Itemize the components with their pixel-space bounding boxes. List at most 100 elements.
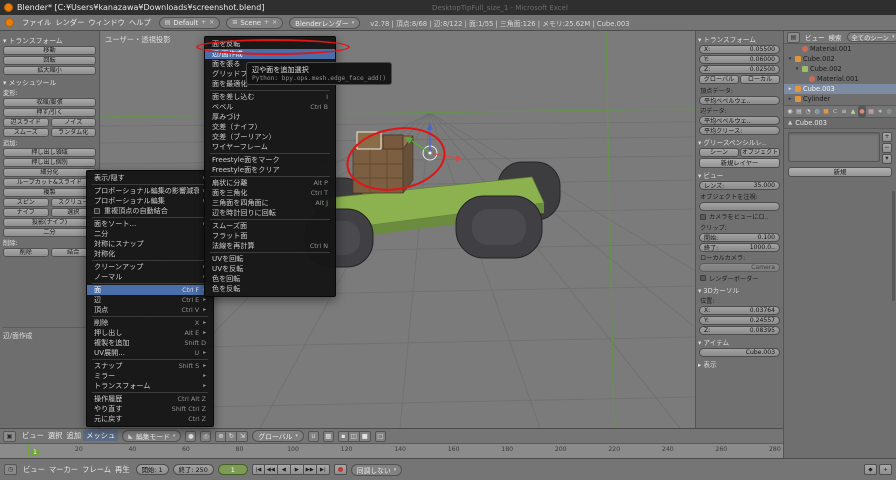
view3d-menu-item[interactable]: メッシュ (83, 430, 118, 441)
tab-physics-icon[interactable]: ◎ (885, 106, 893, 117)
mesh-menu-item[interactable]: 削除X▸ (87, 318, 213, 328)
panel-header[interactable]: ▾ アイテム (698, 337, 781, 347)
play-reverse-button[interactable]: ◀ (278, 464, 291, 475)
tool-button[interactable]: 辺スライド (3, 118, 49, 127)
number-field[interactable]: Z:0.02500 (699, 65, 780, 74)
material-slot-list[interactable] (788, 132, 880, 162)
timeline-menu-item[interactable]: マーカー (47, 465, 80, 474)
new-material-button[interactable]: 新規 (788, 167, 892, 177)
av-sync-dropdown[interactable]: 同調しない ▾ (351, 464, 403, 476)
jump-start-button[interactable]: |◀ (252, 464, 265, 475)
mesh-menu-item[interactable]: 面をソート...▸ (87, 219, 213, 229)
outliner-menu-item[interactable]: 検索 (827, 34, 844, 42)
face-menu-item[interactable]: 三角面を四角面にAlt J (205, 198, 335, 208)
outliner-display-dropdown[interactable]: 全てのシーン ▾ (847, 32, 896, 42)
face-select-icon[interactable]: ■ (360, 431, 371, 442)
face-menu-item[interactable]: 面を反転 (205, 39, 335, 49)
number-field[interactable]: 平均クリース: (699, 126, 780, 135)
blender-menu-icon[interactable] (5, 18, 14, 27)
render-engine-dropdown[interactable]: Blenderレンダー ▾ (289, 17, 360, 29)
number-field[interactable]: X:0.05500 (699, 45, 780, 54)
frame-end-field[interactable]: 終了: 250 (173, 464, 214, 475)
tool-shelf-section-header[interactable]: ▾ メッシュツール (3, 77, 96, 87)
screen-layout-dropdown[interactable]: ▤ Default + × (159, 17, 221, 29)
play-button[interactable]: ▶ (291, 464, 304, 475)
tool-button[interactable]: 押す/引く (3, 108, 96, 117)
expand-arrow-icon[interactable]: ▸ (787, 96, 793, 102)
tool-button[interactable]: 削除 (3, 248, 49, 257)
face-menu-item[interactable]: 法線を再計算Ctrl N (205, 241, 335, 251)
panel-button[interactable]: 新規レイヤー (699, 158, 780, 168)
tool-button[interactable]: 押し出し個別 (3, 158, 96, 167)
panel-header[interactable]: ▾ グリースペンシルレ.. (698, 137, 781, 147)
tab-material-icon[interactable]: ● (858, 106, 866, 117)
face-menu-item[interactable]: ワイヤーフレーム (205, 142, 335, 152)
tool-button[interactable]: ノイズ (51, 118, 97, 127)
record-button[interactable] (334, 464, 347, 475)
face-menu-item[interactable]: フラット面 (205, 231, 335, 241)
face-menu-item[interactable]: 厚みづけ (205, 112, 335, 122)
face-menu-item[interactable]: 面を差し込むI (205, 92, 335, 102)
face-menu-item[interactable]: UVを回転 (205, 254, 335, 264)
mesh-menu-item[interactable]: 複製を追加Shift D (87, 338, 213, 348)
panel-button[interactable]: グローバル (699, 75, 739, 84)
outliner-menu-item[interactable]: ビュー (803, 34, 827, 42)
expand-arrow-icon[interactable]: ▾ (787, 56, 793, 62)
snap-element-icon[interactable]: ▦ (323, 431, 334, 442)
face-menu-item[interactable]: UVを反転 (205, 264, 335, 274)
number-field[interactable]: Y:0.24557 (699, 316, 780, 325)
face-menu-item[interactable]: Freestyle面をマーク (205, 155, 335, 165)
pivot-center-icon[interactable]: ◎ (200, 431, 211, 442)
tool-button[interactable]: スムーズ (3, 128, 49, 137)
add-layout-icon[interactable]: + (201, 19, 206, 26)
view3d-menu-item[interactable]: ビュー (20, 431, 46, 440)
tab-scene-icon[interactable]: ◔ (804, 106, 812, 117)
mode-dropdown[interactable]: ◣ 編集モード ▾ (122, 430, 181, 442)
checkbox[interactable]: レンダーボーダー (700, 274, 779, 283)
mesh-menu-item[interactable]: トランスフォーム▸ (87, 381, 213, 391)
number-field[interactable] (699, 202, 780, 211)
tab-particles-icon[interactable]: ∗ (876, 106, 884, 117)
tool-button[interactable]: 移動 (3, 46, 96, 55)
panel-button[interactable]: オブジェクト (740, 148, 780, 157)
current-frame-line[interactable] (28, 444, 30, 458)
next-keyframe-button[interactable]: ▶▶ (304, 464, 317, 475)
outliner-editor-icon[interactable]: ▤ (787, 32, 800, 43)
face-menu-item[interactable]: 交差（ブーリアン） (205, 132, 335, 142)
face-menu-item[interactable]: 扇状に分離Alt P (205, 178, 335, 188)
infobar-menu-item[interactable]: ウィンドウ (86, 18, 126, 27)
mesh-menu-item[interactable]: プロポーショナル編集の影響減衰タイプ▸ (87, 186, 213, 196)
mesh-menu-item[interactable]: 操作履歴Ctrl Alt Z (87, 394, 213, 404)
number-field[interactable]: Z:0.08395 (699, 326, 780, 335)
keying-set-icon[interactable]: ◆ (864, 464, 877, 475)
number-field[interactable]: Y:0.06000 (699, 55, 780, 64)
occlude-geometry-icon[interactable]: □ (375, 431, 386, 442)
mesh-menu-item[interactable]: 押し出しAlt E▸ (87, 328, 213, 338)
tool-button[interactable]: 回転 (3, 56, 96, 65)
face-menu-item[interactable]: 辺/面作成 (205, 49, 335, 59)
panel-button[interactable]: ローカル (740, 75, 780, 84)
tab-render-layers-icon[interactable]: ▤ (795, 106, 803, 117)
operator-panel[interactable]: 辺/面作成 (3, 327, 96, 340)
mesh-menu-item[interactable]: プロポーショナル編集▸ (87, 196, 213, 206)
mesh-menu-item[interactable]: スナップShift S▸ (87, 361, 213, 371)
face-menu-item[interactable]: 面を三角化Ctrl T (205, 188, 335, 198)
infobar-menu-item[interactable]: ヘルプ (127, 18, 153, 27)
timeline-ruler[interactable]: 1 20406080100120140160180200220240260280 (0, 443, 783, 458)
face-menu-item[interactable]: Freestyle面をクリア (205, 165, 335, 175)
tab-modifiers-icon[interactable]: ≡ (840, 106, 848, 117)
number-field[interactable]: 開始:0.100 (699, 233, 780, 242)
face-menu-item[interactable]: 辺を時計回りに回転 (205, 208, 335, 218)
remove-slot-button[interactable]: − (882, 143, 892, 153)
tool-button[interactable]: ナイフ (3, 208, 49, 217)
frame-start-field[interactable]: 開始: 1 (136, 464, 169, 475)
tab-constraints-icon[interactable]: ⊂ (831, 106, 839, 117)
mesh-menu-item[interactable]: やり直すShift Ctrl Z (87, 404, 213, 414)
mesh-menu-item[interactable]: ミラー▸ (87, 371, 213, 381)
mesh-menu-item[interactable]: 対称にスナップ (87, 239, 213, 249)
outliner-row[interactable]: ▸Cube.003 (784, 84, 896, 94)
viewport-shading-icon[interactable]: ● (185, 431, 196, 442)
mesh-menu-item[interactable]: ノーマル▸ (87, 272, 213, 282)
panel-header[interactable]: ▾ トランスフォーム (698, 34, 781, 44)
prev-keyframe-button[interactable]: ◀◀ (265, 464, 278, 475)
